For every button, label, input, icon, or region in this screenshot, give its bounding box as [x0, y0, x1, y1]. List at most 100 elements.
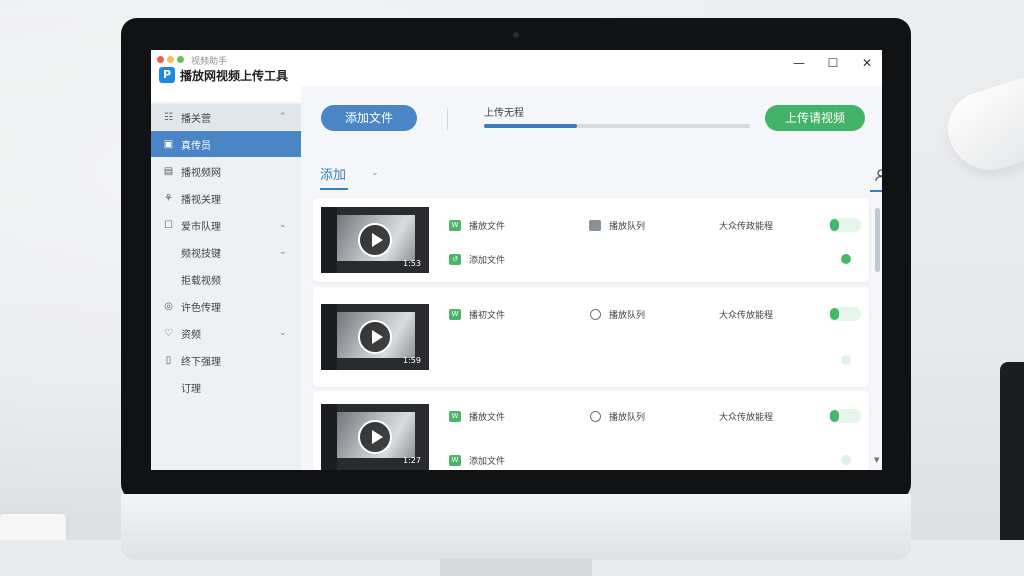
- file-icon: W: [449, 220, 461, 231]
- sidebar-item-queue[interactable]: ☐ 爱市队理 ⌄: [151, 212, 301, 238]
- window-subtitle: 视频助手: [191, 57, 228, 67]
- upload-toggle[interactable]: [829, 307, 861, 321]
- status-dot: [841, 254, 851, 264]
- video-thumbnail[interactable]: 1:27: [321, 404, 429, 470]
- add-file-icon: ↺: [449, 254, 461, 265]
- app-window: 视频助手 P 播放网视频上传工具 — ☐ ✕ ☷ 播关营 ⌃ ▣ 真传员 ▤ 播…: [151, 50, 882, 470]
- video-duration: 1:53: [403, 259, 421, 268]
- upload-toggle[interactable]: [829, 218, 861, 232]
- sidebar-item-header[interactable]: ☷ 播关营 ⌃: [151, 104, 301, 130]
- tab-active-indicator: [320, 188, 348, 190]
- queue-label: 播放队列: [609, 413, 646, 423]
- status-label: 大众传放能程: [719, 311, 774, 321]
- webcam-icon: [513, 32, 519, 38]
- box-icon: ☐: [164, 219, 173, 231]
- tab-bar: 添加 ⌄: [301, 150, 882, 196]
- upload-button[interactable]: 上传请视频: [765, 105, 865, 131]
- sidebar-item-color[interactable]: ◎ 许色传理: [151, 293, 301, 319]
- add-file-icon: W: [449, 455, 461, 466]
- file-label: 播初文件: [469, 311, 506, 321]
- title-bar: 视频助手 P 播放网视频上传工具 — ☐ ✕: [151, 50, 882, 86]
- toggle-knob: [830, 308, 839, 320]
- status-label: 大众传放能程: [719, 413, 774, 423]
- minimize-dot-icon[interactable]: [167, 56, 174, 63]
- close-dot-icon[interactable]: [157, 56, 164, 63]
- upload-progress-fill: [484, 124, 578, 128]
- sidebar-item-label: 终下强理: [181, 356, 221, 368]
- add-file-button[interactable]: 添加文件: [321, 105, 417, 131]
- sidebar-item-active[interactable]: ▣ 真传员: [151, 131, 301, 157]
- sidebar-item-label: 播视关理: [181, 194, 221, 206]
- status-label: 大众传政能程: [719, 222, 774, 232]
- shield-icon: ♡: [164, 327, 173, 339]
- add-file-link[interactable]: 添加文件: [469, 454, 505, 467]
- sidebar-item-resources[interactable]: ♡ 资频 ⌄: [151, 320, 301, 346]
- sidebar-item-label: 许色传理: [181, 302, 221, 314]
- chevron-down-icon: ⌄: [279, 220, 287, 230]
- scroll-down-icon[interactable]: ▼: [874, 456, 879, 464]
- sidebar-item-label: 资频: [181, 329, 201, 341]
- sidebar-subitem-keys[interactable]: 频视技键 ⌄: [151, 239, 301, 265]
- user-icon[interactable]: [873, 168, 882, 184]
- minimize-button[interactable]: —: [791, 56, 807, 70]
- scrollbar-thumb[interactable]: [875, 208, 880, 272]
- sidebar-item-video-site[interactable]: ▤ 播视频网: [151, 158, 301, 184]
- video-card[interactable]: 1:53 W 播放文件 播放队列 大众传政能程 ↺ 添加文件: [313, 198, 869, 282]
- sidebar-item-downloads[interactable]: ▯ 终下强理: [151, 347, 301, 373]
- video-duration: 1:27: [403, 456, 421, 465]
- monitor-stand: [440, 558, 592, 576]
- sidebar-item-label: 订理: [181, 383, 201, 395]
- zoom-dot-icon[interactable]: [177, 56, 184, 63]
- sidebar-item-label: 拒载视频: [181, 275, 221, 287]
- app-logo-icon: P: [159, 67, 175, 83]
- add-file-link[interactable]: 添加文件: [469, 253, 505, 266]
- sidebar-item-label: 播关营: [181, 113, 211, 125]
- chevron-down-icon: ⌄: [279, 247, 287, 257]
- status-dot: [841, 455, 851, 465]
- sidebar-item-label: 真传员: [181, 140, 211, 152]
- monitor-chin: [121, 494, 911, 560]
- document-icon: ▤: [163, 165, 174, 177]
- video-card[interactable]: 1:27 W 播放文件 播放队列 大众传放能程 W 添加文件: [313, 391, 869, 470]
- file-label: 播放文件: [469, 413, 506, 423]
- list-icon: ☷: [164, 111, 173, 123]
- video-card[interactable]: 1:59 W 播初文件 播放队列 大众传放能程: [313, 287, 869, 387]
- upload-progress-bar: [484, 124, 750, 128]
- toggle-knob: [830, 219, 839, 231]
- users-icon: ⚘: [164, 192, 173, 204]
- tab-add[interactable]: 添加: [320, 164, 346, 183]
- video-duration: 1:59: [403, 356, 421, 365]
- queue-label: 播放队列: [609, 222, 646, 232]
- toggle-knob: [830, 410, 839, 422]
- upload-toggle[interactable]: [829, 409, 861, 423]
- thumbnail-shade: [321, 404, 337, 470]
- sidebar-item-label: 爱市队理: [181, 221, 221, 233]
- sidebar-item-orders[interactable]: 订理: [151, 374, 301, 400]
- download-circle-icon: [590, 309, 601, 320]
- sidebar-item-label: 播视频网: [181, 167, 221, 179]
- play-icon[interactable]: [358, 420, 392, 454]
- file-label: 播放文件: [469, 222, 506, 232]
- file-list-panel: 添加 ⌄ 1:53 W 播放文件 播放队列 大众传政能程 ↺ 添加文件 1:59…: [301, 150, 882, 470]
- play-icon[interactable]: [358, 320, 392, 354]
- divider: [447, 108, 448, 130]
- sidebar: ☷ 播关营 ⌃ ▣ 真传员 ▤ 播视频网 ⚘ 播视关理 ☐ 爱市队理 ⌄ 频视技…: [151, 102, 301, 470]
- app-title: 播放网视频上传工具: [180, 69, 289, 83]
- video-thumbnail[interactable]: 1:59: [321, 304, 429, 370]
- sidebar-item-video-manage[interactable]: ⚘ 播视关理: [151, 185, 301, 211]
- monitor-icon: ▣: [163, 138, 174, 150]
- file-icon: W: [449, 309, 461, 320]
- close-button[interactable]: ✕: [859, 56, 875, 70]
- status-dot: [841, 355, 851, 365]
- sidebar-subitem-loaded[interactable]: 拒载视频: [151, 266, 301, 292]
- video-thumbnail[interactable]: 1:53: [321, 207, 429, 273]
- progress-label: 上传无程: [484, 108, 524, 119]
- maximize-button[interactable]: ☐: [825, 56, 841, 70]
- queue-label: 播放队列: [609, 311, 646, 321]
- folder-icon: [589, 220, 601, 231]
- chevron-down-icon[interactable]: ⌄: [371, 168, 379, 178]
- play-icon[interactable]: [358, 223, 392, 257]
- sidebar-item-label: 频视技键: [181, 248, 221, 260]
- chevron-up-icon: ⌃: [279, 112, 287, 122]
- file-icon: W: [449, 411, 461, 422]
